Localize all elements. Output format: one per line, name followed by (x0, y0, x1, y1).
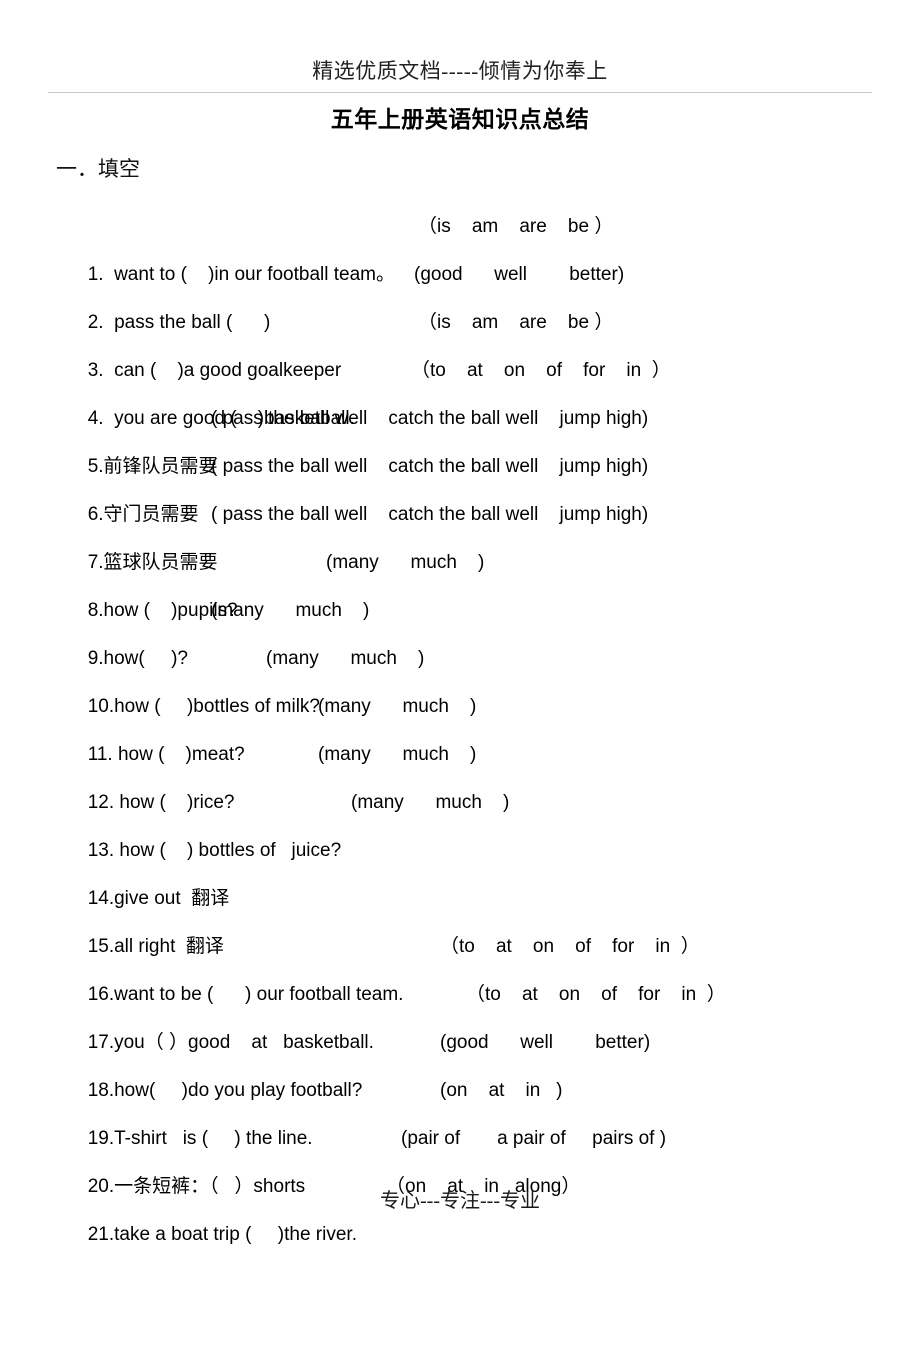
question-item: 1. want to ( )in our football team。 （is … (56, 203, 886, 285)
question-item: 5.前锋队员需要 ( pass the ball well catch the … (56, 395, 886, 477)
question-options: (good well better) (414, 264, 625, 285)
question-item: 10.how ( )bottles of milk? (many much ) (56, 635, 886, 717)
running-header: 精选优质文档-----倾情为你奉上 (312, 59, 608, 83)
question-item: 20.一条短裤：（ ）shorts (pair of a pair of pai… (56, 1115, 886, 1197)
question-options: (good well better) (440, 1032, 651, 1053)
page-footer: 专心---专注---专业 (380, 1190, 540, 1212)
question-item: 7.篮球队员需要 ( pass the ball well catch the … (56, 491, 886, 573)
question-item: 8.how ( )pupils? (many much ) (56, 539, 886, 621)
question-options: （is am are be ） (418, 312, 614, 333)
question-options: （to at on of for in ） (440, 936, 700, 957)
question-item: 18.how( )do you play football? (good wel… (56, 1019, 886, 1101)
question-options: （to at on of for in ） (411, 360, 671, 381)
question-options: (many much ) (351, 792, 510, 813)
header-divider (48, 92, 872, 93)
question-item: 11. how ( )meat? (many much ) (56, 683, 886, 765)
document-page: 精选优质文档-----倾情为你奉上 五年上册英语知识点总结 一．填空 1. wa… (0, 0, 920, 1302)
question-stem: 21.take a boat trip ( )the river. (87, 1224, 357, 1245)
question-options: (many much ) (318, 696, 477, 717)
question-options: （to at on of for in ） (466, 984, 726, 1005)
question-options: (many much ) (318, 744, 477, 765)
question-options: (pair of a pair of pairs of ) (401, 1128, 667, 1149)
question-item: 16.want to be ( ) our football team. （to… (56, 923, 886, 1005)
section-heading: 一．填空 (56, 157, 140, 181)
question-options: (many much ) (211, 600, 370, 621)
question-item: 17.you（ ）good at basketball. （to at on o… (56, 971, 886, 1053)
question-options: (on at in ) (440, 1080, 563, 1101)
question-item: 9.how( )? (many much ) (56, 587, 886, 669)
question-options: ( pass the ball well catch the ball well… (211, 408, 649, 429)
question-item: 14.give out 翻译 (56, 827, 886, 909)
question-item: 4. you are good ( )basketball. （to at on… (56, 347, 886, 429)
question-options: （is am are be ） (418, 216, 614, 237)
question-options: ( pass the ball well catch the ball well… (211, 504, 649, 525)
question-options: (many much ) (326, 552, 485, 573)
question-options: ( pass the ball well catch the ball well… (211, 456, 649, 477)
question-list: 1. want to ( )in our football team。 （is … (56, 203, 886, 1245)
question-item: 15.all right 翻译 (56, 875, 886, 957)
question-item: 12. how ( )rice? (many much ) (56, 731, 886, 813)
question-options: (many much ) (266, 648, 425, 669)
question-item: 13. how ( ) bottles of juice? (many much… (56, 779, 886, 861)
page-title: 五年上册英语知识点总结 (330, 107, 590, 132)
question-item: 19.T-shirt is ( ) the line. (on at in ) (56, 1067, 886, 1149)
question-item: 6.守门员需要 ( pass the ball well catch the b… (56, 443, 886, 525)
question-item: 2. pass the ball ( ) (good well better) (56, 251, 886, 333)
question-item: 3. can ( )a good goalkeeper （is am are b… (56, 299, 886, 381)
